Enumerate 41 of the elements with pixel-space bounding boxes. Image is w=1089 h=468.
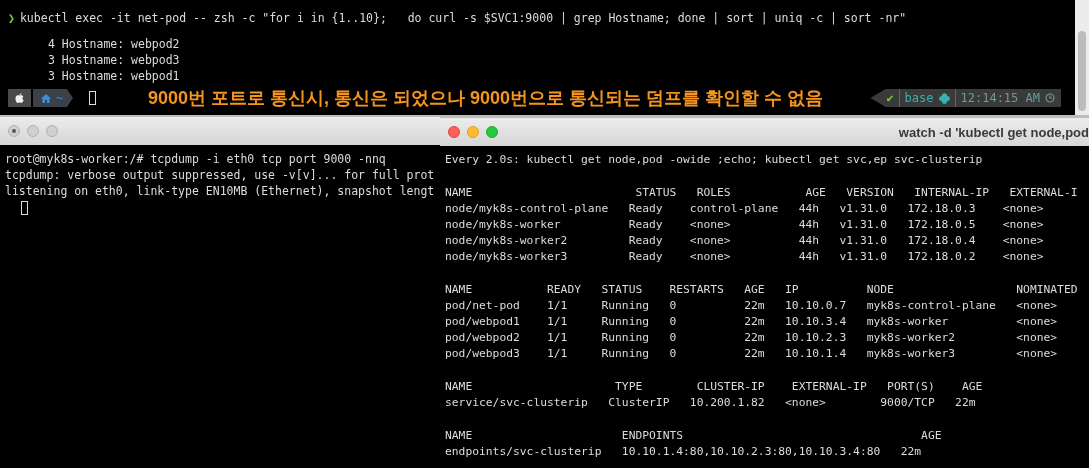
- terminal-line: NAME READY STATUS RESTARTS AGE IP NODE NOMINATED: [445, 282, 1079, 298]
- terminal-line: pod/webpod2 1/1 Running 0 22m 10.10.2.3 myk8s-worker2 <none>: [445, 330, 1059, 346]
- terminal-line: listening on eth0, link-type EN10MB (Ethernet), snapshot lengt: [5, 183, 436, 199]
- terminal-line: pod/webpod1 1/1 Running 0 22m 10.10.3.4 myk8s-worker <none>: [445, 314, 1059, 330]
- terminal-line: pod/webpod3 1/1 Running 0 22m 10.10.1.4 myk8s-worker3 <none>: [445, 346, 1059, 362]
- scrollbar-thumb[interactable]: [1078, 31, 1086, 111]
- terminal-line: node/myk8s-worker Ready <none> 44h v1.31.0 172.18.0.5 <none>: [445, 217, 1045, 233]
- terminal-line: pod/net-pod 1/1 Running 0 22m 10.10.0.7 myk8s-control-plane <none>: [445, 298, 1059, 314]
- terminal-line: tcpdump: verbose output suppressed, use -v[v]... for full prot: [5, 167, 436, 183]
- terminal-output-line: 3 Hostname: webpod1: [47, 68, 181, 84]
- apple-icon: [14, 92, 25, 104]
- window-title: watch -d 'kubectl get node,pod: [898, 124, 1089, 140]
- path-segment: ~: [33, 89, 73, 107]
- status-segment: ✔ base 12:14:15 AM: [870, 89, 1061, 107]
- close-button[interactable]: [8, 125, 20, 137]
- text-cursor: [21, 200, 28, 215]
- scrollbar[interactable]: [1075, 0, 1089, 115]
- terminal-line: endpoints/svc-clusterip 10.10.1.4:80,10.10.2.3:80,10.10.3.4:80 22m: [445, 444, 923, 460]
- terminal-line: node/myk8s-control-plane Ready control-plane 44h v1.31.0 172.18.0.3 <none>: [445, 201, 1045, 217]
- clock-icon: [1045, 93, 1055, 103]
- prompt-symbol: ❯: [8, 11, 15, 25]
- annotation-text: 9000번 포트로 통신시, 통신은 되었으나 9000번으로 통신되는 덤프를 확인할 수 없음: [147, 87, 824, 110]
- terminal-line: node/myk8s-worker3 Ready <none> 44h v1.31.0 172.18.0.2 <none>: [445, 249, 1045, 265]
- clover-icon: [938, 92, 950, 104]
- terminal-line: service/svc-clusterip ClusterIP 10.200.1.82 <none> 9000/TCP 22m: [445, 395, 977, 411]
- terminal-output-line: 3 Hostname: webpod3: [47, 52, 181, 68]
- terminal-line: root@myk8s-worker:/# tcpdump -i eth0 tcp port 9000 -nnq: [5, 151, 387, 167]
- terminal-line: NAME TYPE CLUSTER-IP EXTERNAL-IP PORT(S) AGE: [445, 379, 984, 395]
- zoom-button[interactable]: [46, 125, 58, 137]
- minimize-button[interactable]: [27, 125, 39, 137]
- terminal-output-line: 4 Hostname: webpod2: [47, 36, 181, 52]
- zoom-button[interactable]: [486, 126, 498, 138]
- terminal-line: NAME STATUS ROLES AGE VERSION INTERNAL-IP EXTERNAL-I: [445, 185, 1079, 201]
- terminal-command: kubectl exec -it net-pod -- zsh -c "for i in {1..10}; do curl -s $SVC1:9000 | grep Hostname; done | sort | uniq -c | sort -nr": [19, 11, 907, 25]
- close-button[interactable]: [448, 126, 460, 138]
- terminal-line: node/myk8s-worker2 Ready <none> 44h v1.31.0 172.18.0.4 <none>: [445, 233, 1045, 249]
- home-icon: [41, 93, 51, 103]
- minimize-button[interactable]: [467, 126, 479, 138]
- terminal-line: Every 2.0s: kubectl get node,pod -owide ;echo; kubectl get svc,ep svc-clusterip: [445, 152, 984, 168]
- terminal-line: NAME ENDPOINTS AGE: [445, 428, 943, 444]
- text-cursor: [88, 91, 96, 105]
